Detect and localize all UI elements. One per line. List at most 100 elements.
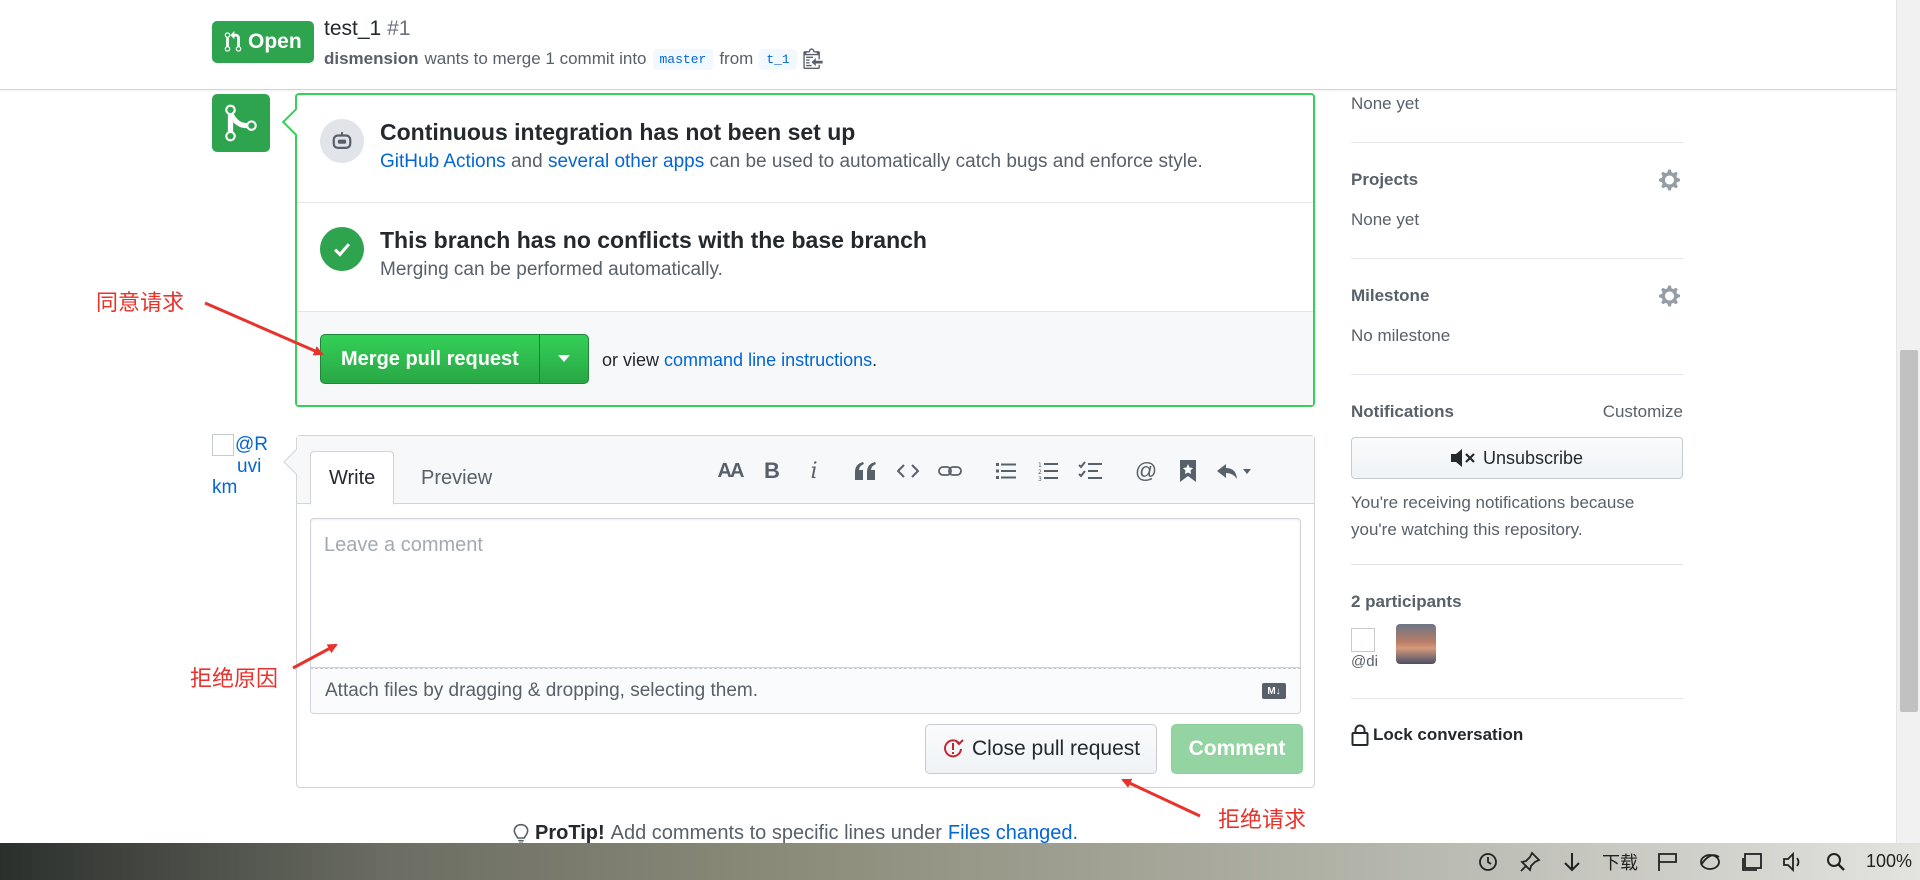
annotation-approve: 同意请求: [96, 291, 185, 316]
merge-pull-request-button[interactable]: Merge pull request: [321, 335, 540, 383]
avatar[interactable]: @R uvi km: [212, 434, 272, 504]
git-pull-request-icon: [224, 31, 242, 52]
annotation-reject: 拒绝请求: [1218, 808, 1307, 833]
attach-files-text: Attach files by dragging & dropping, sel…: [325, 680, 759, 701]
unordered-list-icon[interactable]: [985, 456, 1027, 486]
close-pull-request-button[interactable]: Close pull request: [925, 724, 1158, 774]
merge-method-dropdown[interactable]: [540, 335, 588, 383]
ci-section: Continuous integration has not been set …: [297, 95, 1313, 203]
merge-button-group: Merge pull request: [320, 334, 589, 384]
ci-and-text: and: [510, 151, 543, 172]
avatar-alt-line3: km: [212, 477, 238, 498]
participants-heading: 2 participants: [1351, 592, 1462, 611]
issue-closed-icon: [944, 739, 964, 758]
unsubscribe-button[interactable]: Unsubscribe: [1351, 437, 1683, 479]
flag-icon[interactable]: [1656, 850, 1680, 874]
pin-icon[interactable]: [1518, 850, 1542, 874]
pr-sticky-header: Open test_1 #1 dismension wants to merge…: [0, 0, 1896, 90]
heading-tool[interactable]: AA: [709, 456, 751, 486]
sidebar-notifications: Notifications Customize Unsubscribe You'…: [1351, 375, 1683, 565]
markdown-icon[interactable]: M↓: [1262, 683, 1286, 699]
ci-description: GitHub Actions and several other apps ca…: [380, 151, 1203, 173]
or-view-text: or view command line instructions.: [602, 350, 877, 371]
github-actions-link[interactable]: GitHub Actions: [380, 151, 506, 172]
zoom-level[interactable]: 100%: [1866, 851, 1912, 872]
scrollbar-thumb[interactable]: [1900, 350, 1918, 712]
sidebar-labels: None yet: [1351, 90, 1683, 143]
mute-icon: [1450, 449, 1475, 467]
tab-write[interactable]: Write: [310, 451, 395, 505]
notification-reason-line2: you're watching this repository.: [1351, 520, 1583, 539]
sidebar-participants: 2 participants @di: [1351, 565, 1683, 699]
bold-tool[interactable]: B: [751, 456, 793, 486]
ie-icon[interactable]: [1698, 850, 1722, 874]
ordered-list-icon[interactable]: 123: [1027, 456, 1069, 486]
page-scrollbar[interactable]: [1896, 0, 1920, 843]
pr-state-badge: Open: [212, 21, 314, 63]
base-branch-ref[interactable]: master: [652, 48, 714, 70]
customize-notifications-link[interactable]: Customize: [1603, 402, 1683, 422]
labels-value: None yet: [1351, 94, 1420, 113]
comment-submit-button[interactable]: Comment: [1171, 724, 1303, 774]
clipboard-copy-icon[interactable]: [803, 47, 825, 71]
notification-reason: You're receiving notifications because y…: [1351, 489, 1634, 543]
other-apps-link[interactable]: several other apps: [548, 151, 704, 172]
annotation-reason: 拒绝原因: [190, 667, 279, 692]
search-icon[interactable]: [1824, 850, 1848, 874]
participant-alt: @di: [1351, 653, 1378, 670]
gear-icon[interactable]: [1659, 168, 1683, 192]
broken-image-icon: [212, 434, 234, 456]
notifications-heading: Notifications: [1351, 402, 1454, 421]
tab-preview[interactable]: Preview: [403, 451, 510, 505]
file-attachment-zone[interactable]: Attach files by dragging & dropping, sel…: [310, 668, 1301, 714]
command-line-instructions-link[interactable]: command line instructions: [664, 350, 872, 370]
pr-state-label: Open: [248, 30, 302, 53]
cross-reference-icon[interactable]: [1167, 456, 1209, 486]
saved-replies-icon[interactable]: [1209, 456, 1261, 486]
comment-tabbar: Write Preview AA B i 123 @: [297, 436, 1314, 505]
avatar-alt-line2: uvi: [237, 456, 262, 477]
check-icon: [320, 227, 364, 271]
system-tray: 下载 100%: [1476, 843, 1912, 880]
github-pr-page: Open test_1 #1 dismension wants to merge…: [0, 0, 1920, 880]
history-icon[interactable]: [1476, 850, 1500, 874]
files-changed-link[interactable]: Files changed.: [948, 822, 1078, 845]
head-branch-ref[interactable]: t_1: [759, 48, 797, 70]
milestone-value: No milestone: [1351, 326, 1451, 345]
notification-reason-line1: You're receiving notifications because: [1351, 493, 1635, 512]
os-taskbar: 下载 100%: [0, 843, 1920, 880]
conflicts-subtitle: Merging can be performed automatically.: [380, 259, 723, 280]
participant-avatar-2[interactable]: [1396, 624, 1436, 664]
svg-text:3: 3: [1038, 476, 1042, 481]
link-icon[interactable]: [929, 456, 971, 486]
quote-icon[interactable]: [845, 456, 887, 486]
conflicts-title: This branch has no conflicts with the ba…: [380, 227, 927, 253]
projects-heading[interactable]: Projects: [1351, 170, 1418, 190]
ci-rest-text: can be used to automatically catch bugs …: [709, 151, 1203, 172]
participant-avatar-1[interactable]: @di: [1351, 628, 1378, 672]
pr-title: test_1 #1: [324, 17, 410, 41]
download-icon[interactable]: [1560, 850, 1584, 874]
pr-number: #1: [387, 17, 411, 40]
window-icon[interactable]: [1740, 850, 1764, 874]
mention-icon[interactable]: @: [1125, 456, 1167, 486]
milestone-heading[interactable]: Milestone: [1351, 286, 1429, 306]
pr-author-link[interactable]: dismension: [324, 49, 418, 69]
or-view-prefix: or view: [602, 350, 660, 370]
projects-value: None yet: [1351, 210, 1420, 229]
triangle-down-icon: [557, 355, 570, 362]
pr-from-text: from: [719, 49, 754, 68]
or-view-period: .: [872, 350, 878, 370]
protip-text: Add comments to specific lines under: [610, 822, 942, 844]
comment-textarea[interactable]: Leave a comment: [310, 518, 1301, 668]
gear-icon[interactable]: [1659, 284, 1683, 308]
merge-action-section: Merge pull request or view command line …: [297, 312, 1313, 405]
unsubscribe-wrap: Unsubscribe: [1351, 437, 1683, 479]
lock-conversation-link[interactable]: Lock conversation: [1351, 724, 1523, 746]
sidebar-milestone: Milestone No milestone: [1351, 259, 1683, 375]
task-list-icon[interactable]: [1069, 456, 1111, 486]
italic-tool[interactable]: i: [793, 456, 835, 486]
volume-icon[interactable]: [1782, 850, 1806, 874]
download-label[interactable]: 下载: [1602, 849, 1638, 875]
code-icon[interactable]: [887, 456, 929, 486]
